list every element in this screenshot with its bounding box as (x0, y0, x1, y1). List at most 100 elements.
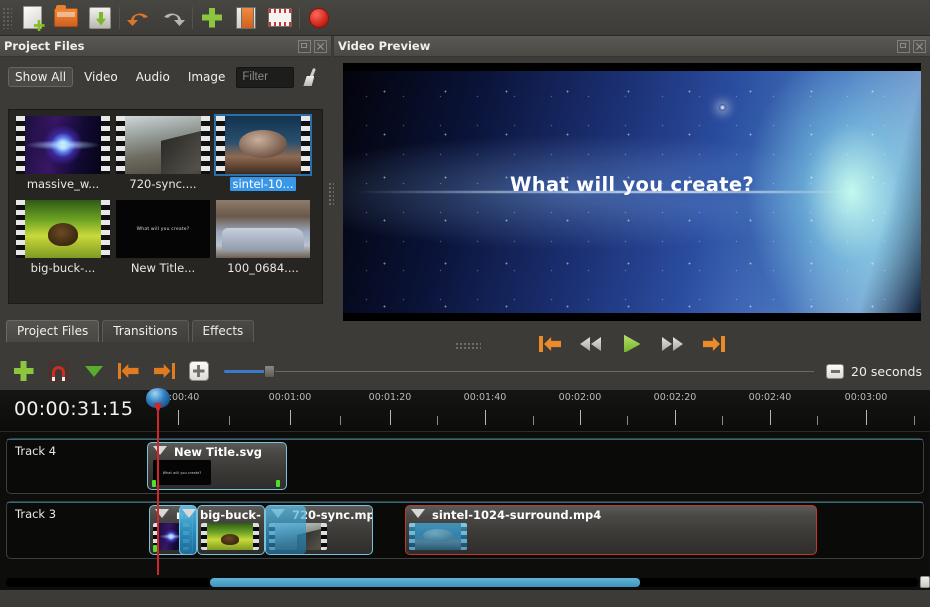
chevron-down-icon[interactable] (182, 509, 196, 518)
file-label: 100_0684.... (227, 261, 299, 275)
timeline-clip-720-sync[interactable]: 720-sync.mp4 (265, 505, 373, 555)
undo-button[interactable] (122, 3, 156, 33)
list-item[interactable]: What will you create? New Title... (113, 200, 213, 284)
ruler-label: 00:01:00 (269, 392, 312, 403)
zoom-slider[interactable] (224, 360, 814, 382)
file-thumbnail[interactable] (216, 116, 310, 174)
project-files-close-icon[interactable] (314, 40, 327, 53)
letterbox-top (343, 63, 921, 71)
redo-button[interactable] (156, 3, 190, 33)
project-files-float-icon[interactable] (298, 40, 311, 53)
filter-image-button[interactable]: Image (181, 67, 233, 87)
timeline-track-3[interactable]: Track 3 m big-buck- (6, 501, 924, 559)
open-folder-icon (54, 8, 78, 27)
file-thumbnail[interactable]: What will you create? (116, 200, 210, 258)
ruler-minor-tick (533, 416, 534, 425)
previous-marker-button[interactable] (113, 357, 144, 385)
list-item[interactable]: sintel-10... (213, 116, 313, 200)
keyframe-marker[interactable] (152, 480, 156, 487)
arrow-right-icon (153, 363, 175, 379)
timeline[interactable]: 00:00:31:15 00:00:40 00:01:00 00:01:20 0… (0, 390, 930, 575)
film-strip-icon (268, 8, 292, 27)
import-files-button[interactable] (195, 3, 229, 33)
center-playhead-button[interactable] (183, 357, 214, 385)
timeline-clip-sintel[interactable]: sintel-1024-surround.mp4 (405, 505, 817, 555)
ruler-major-tick (178, 410, 179, 425)
film-sprocket-left-icon (216, 116, 225, 174)
window-bottom-strip (0, 590, 930, 607)
video-preview-float-icon[interactable] (897, 40, 910, 53)
panel-tab-bar: Project Files Transitions Effects (0, 318, 331, 342)
ruler-minor-tick (627, 416, 628, 425)
video-preview-screen[interactable]: What will you create? (343, 63, 921, 321)
scrollbar-track[interactable] (6, 578, 918, 587)
film-sprocket-right-icon (321, 523, 327, 550)
skip-end-icon (703, 336, 725, 352)
track-highlight (7, 502, 923, 503)
file-thumbnail[interactable] (16, 116, 110, 174)
project-files-filter-bar: Show All Video Audio Image (0, 57, 331, 91)
horizontal-splitter-handle[interactable] (455, 342, 481, 349)
file-label: massive_w... (27, 177, 99, 191)
keyframe-marker[interactable] (153, 545, 157, 552)
list-item[interactable]: 100_0684.... (213, 200, 313, 284)
file-thumbnail[interactable] (116, 116, 210, 174)
keyframe-marker[interactable] (276, 480, 280, 487)
project-files-list[interactable]: massive_w... 720-sync.... (8, 109, 323, 304)
timeline-ruler[interactable]: 00:00:31:15 00:00:40 00:01:00 00:01:20 0… (0, 390, 930, 432)
video-preview-close-icon[interactable] (913, 40, 926, 53)
list-item[interactable]: big-buck-... (13, 200, 113, 284)
save-project-button[interactable] (83, 3, 117, 33)
filter-show-all-button[interactable]: Show All (8, 67, 73, 87)
scrollbar-thumb[interactable] (210, 578, 640, 587)
file-thumbnail[interactable] (16, 200, 110, 258)
chevron-down-icon[interactable] (153, 446, 167, 455)
filter-audio-button[interactable]: Audio (129, 67, 177, 87)
chevron-down-icon[interactable] (155, 509, 169, 518)
thumbnail-art (225, 116, 301, 174)
scrollbar-end-button[interactable] (920, 576, 930, 588)
thumbnail-art (25, 200, 101, 258)
fullscreen-button[interactable] (263, 3, 297, 33)
toolbar-separator-3 (299, 7, 300, 29)
timeline-track-4[interactable]: Track 4 New Title.svg What will you crea… (6, 438, 924, 494)
film-sprocket-left-icon (116, 116, 125, 174)
tab-project-files[interactable]: Project Files (6, 320, 99, 342)
timeline-horizontal-scrollbar[interactable] (0, 575, 930, 590)
toolbar-drag-handle[interactable] (2, 7, 12, 29)
zoom-level-label: 20 seconds (851, 364, 922, 379)
list-item[interactable]: 720-sync.... (113, 116, 213, 200)
file-label: big-buck-... (31, 261, 96, 275)
main-toolbar (0, 0, 930, 36)
clip-title: sintel-1024-surround.mp4 (432, 508, 601, 522)
skip-start-icon (539, 336, 561, 352)
timeline-clip-overlap-left[interactable] (179, 505, 197, 555)
open-project-button[interactable] (49, 3, 83, 33)
file-label: 720-sync.... (129, 177, 196, 191)
new-project-button[interactable] (15, 3, 49, 33)
timeline-clip-big-buck[interactable]: big-buck- (197, 505, 265, 555)
file-thumbnail[interactable] (216, 200, 310, 258)
choose-profile-button[interactable] (229, 3, 263, 33)
filter-video-button[interactable]: Video (77, 67, 125, 87)
zoom-slider-handle[interactable] (264, 365, 275, 378)
rewind-icon (580, 337, 602, 351)
chevron-down-icon[interactable] (411, 509, 425, 518)
timeline-clip-new-title[interactable]: New Title.svg What will you create? (147, 442, 287, 490)
tab-effects[interactable]: Effects (192, 320, 255, 342)
ruler-label: 00:01:20 (369, 392, 412, 403)
zoom-level-display: 20 seconds (826, 364, 922, 379)
film-sprocket-left-icon (201, 523, 207, 550)
next-marker-button[interactable] (148, 357, 179, 385)
tab-transitions[interactable]: Transitions (102, 320, 188, 342)
ruler-minor-tick (914, 416, 915, 425)
export-video-button[interactable] (302, 3, 336, 33)
add-track-button[interactable] (8, 357, 39, 385)
snapping-toggle-button[interactable] (43, 357, 74, 385)
razor-tool-button[interactable] (78, 357, 109, 385)
fast-forward-icon (662, 337, 684, 351)
ruler-minor-tick (229, 416, 230, 425)
broom-icon[interactable] (302, 68, 320, 86)
list-item[interactable]: massive_w... (13, 116, 113, 200)
filter-input[interactable] (236, 67, 294, 88)
